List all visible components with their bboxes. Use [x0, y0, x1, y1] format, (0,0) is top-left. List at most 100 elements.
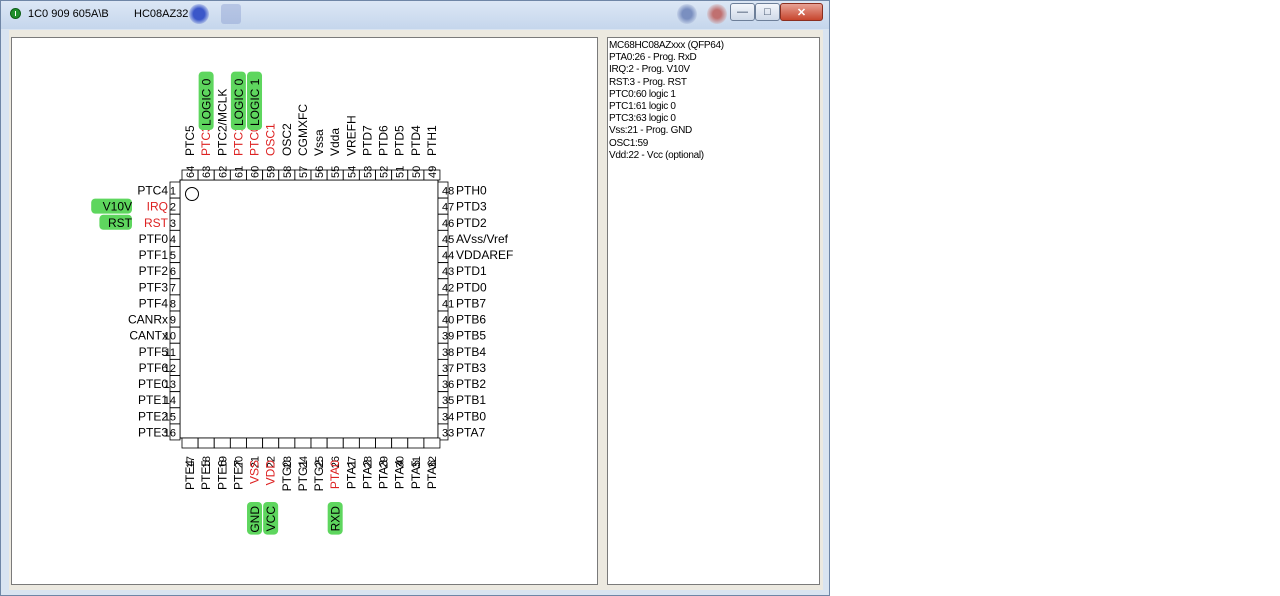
pin-number: 34	[442, 411, 454, 423]
pin-label: PTB3	[456, 361, 486, 375]
pin-label: PTF2	[139, 264, 169, 278]
pin-label: PTG1	[296, 460, 310, 492]
pin-label: PTC2/MCLK	[215, 89, 229, 156]
pin-tab-bottom	[262, 437, 280, 449]
pin-number: 41	[442, 298, 454, 310]
info-line: Vss:21 - Prog. GND	[609, 125, 692, 137]
pin-number: 48	[442, 186, 454, 198]
signal-tag-label: RXD	[329, 506, 343, 532]
pin-tab-bottom	[278, 437, 296, 449]
pin-label: PTE1	[138, 393, 168, 407]
info-line: IRQ:2 - Prog. V10V	[609, 64, 690, 76]
device-title: HC08AZ32	[134, 8, 189, 20]
pin-label: CANRx	[128, 313, 168, 327]
pin-number: 52	[379, 166, 391, 178]
pin-label: PTA0	[328, 460, 342, 489]
pin-label: PTE5	[199, 460, 213, 490]
pin-label: PTD3	[456, 200, 487, 214]
signal-tag-label: LOGIC 0	[232, 78, 246, 126]
pin-label: PTB6	[456, 313, 486, 327]
pin-number: 50	[411, 166, 423, 178]
pin-tab-bottom	[310, 437, 328, 449]
pin-tab-bottom	[197, 437, 215, 449]
pin-label: PTF0	[139, 232, 169, 246]
pin-label: PTA6	[425, 460, 439, 489]
close-button[interactable]: ✕	[780, 3, 823, 21]
pin-number: 54	[346, 166, 358, 178]
pin-number: 36	[442, 379, 454, 391]
pin-label: PTE2	[138, 409, 168, 423]
pin-tab-bottom	[229, 437, 247, 449]
maximize-button[interactable]: □	[755, 3, 780, 21]
pin-tab-bottom	[181, 437, 199, 449]
pin-label: VREFH	[344, 115, 358, 156]
pin-number: 8	[170, 298, 176, 310]
signal-tag-label: VCC	[264, 506, 278, 532]
window-title: 1C0 909 605A\B	[28, 8, 109, 20]
app-window: 1C0 909 605A\B HC08AZ32 — □ ✕ 1 PTC4 2 IRQ V…	[0, 0, 830, 596]
pin-label: PTE0	[138, 377, 168, 391]
minimize-button[interactable]: —	[730, 3, 755, 21]
title-bar[interactable]: 1C0 909 605A\B HC08AZ32 — □ ✕	[1, 1, 829, 29]
pin-tab-bottom	[294, 437, 312, 449]
pin-number: 64	[185, 166, 197, 178]
pin-label: PTA3	[377, 460, 391, 489]
pin-number: 1	[170, 186, 176, 198]
pin-label: PTF5	[139, 345, 169, 359]
pin-label: PTD7	[360, 125, 374, 156]
pin-number: 47	[442, 202, 454, 214]
pin-label: PTE7	[231, 460, 245, 490]
pin-tab-bottom	[391, 437, 409, 449]
minimize-icon: —	[737, 6, 748, 18]
pin-label: Vssa	[312, 129, 326, 156]
pin-label: OSC1	[264, 123, 278, 156]
pin-label: PTC5	[183, 125, 197, 156]
pin-label: PTB7	[456, 296, 486, 310]
pin-number: 63	[201, 166, 213, 178]
pin-label: PTB1	[456, 393, 486, 407]
pin-label: PTH1	[425, 125, 439, 156]
pin-label: PTF6	[139, 361, 169, 375]
pin-label: PTA4	[393, 460, 407, 489]
close-icon: ✕	[796, 6, 807, 19]
pin-label: AVss/Vref	[456, 232, 509, 246]
pin-number: 5	[170, 250, 176, 262]
pin-number: 43	[442, 266, 454, 278]
pin-number: 44	[442, 250, 454, 262]
pin-label: PTG2	[312, 460, 326, 492]
pin-number: 2	[170, 202, 176, 214]
pin-label: PTD6	[377, 125, 391, 156]
pin-label: PTD1	[456, 264, 487, 278]
pin-label: RST	[144, 216, 169, 230]
signal-tag-label: LOGIC 0	[200, 78, 214, 126]
pin-label: PTB4	[456, 345, 486, 359]
pin-label: PTC4	[137, 184, 168, 198]
pin-number: 57	[298, 166, 310, 178]
pin-label: PTE3	[138, 425, 168, 439]
pin-tab-bottom	[375, 437, 392, 449]
pin-number: 37	[442, 363, 454, 375]
pin-number: 46	[442, 218, 454, 230]
info-line: OSC1:59	[609, 137, 649, 149]
pinout-canvas: 1 PTC4 2 IRQ V10V 3 RST RST 4 PTF0 5 PTF1 6 PTF2 7 PTF3…	[11, 37, 598, 585]
signal-tag-label: RST	[108, 216, 133, 230]
info-line: Vdd:22 - Vcc (optional)	[609, 149, 704, 161]
pin-label: Vdda	[328, 128, 342, 156]
app-icon	[10, 8, 21, 19]
pin-number: 38	[442, 347, 454, 359]
pin-number: 40	[442, 315, 454, 327]
pin-number: 33	[442, 427, 454, 439]
signal-tag-label: GND	[248, 506, 262, 533]
pin-label: PTB5	[456, 329, 486, 343]
pin-label: PTA7	[456, 425, 485, 439]
pin-label: PTE6	[215, 460, 229, 490]
pin-number: 49	[427, 166, 439, 178]
pin-tab-bottom	[213, 437, 231, 449]
pin-label: PTB2	[456, 377, 486, 391]
pin-number: 35	[442, 395, 454, 407]
pin-number: 4	[170, 234, 176, 246]
pin-label: PTH0	[456, 184, 487, 198]
pin-tab-bottom	[407, 437, 425, 449]
info-line: PTA0:26 - Prog. RxD	[609, 52, 697, 64]
taskbar-glimpse-icon	[221, 4, 241, 24]
